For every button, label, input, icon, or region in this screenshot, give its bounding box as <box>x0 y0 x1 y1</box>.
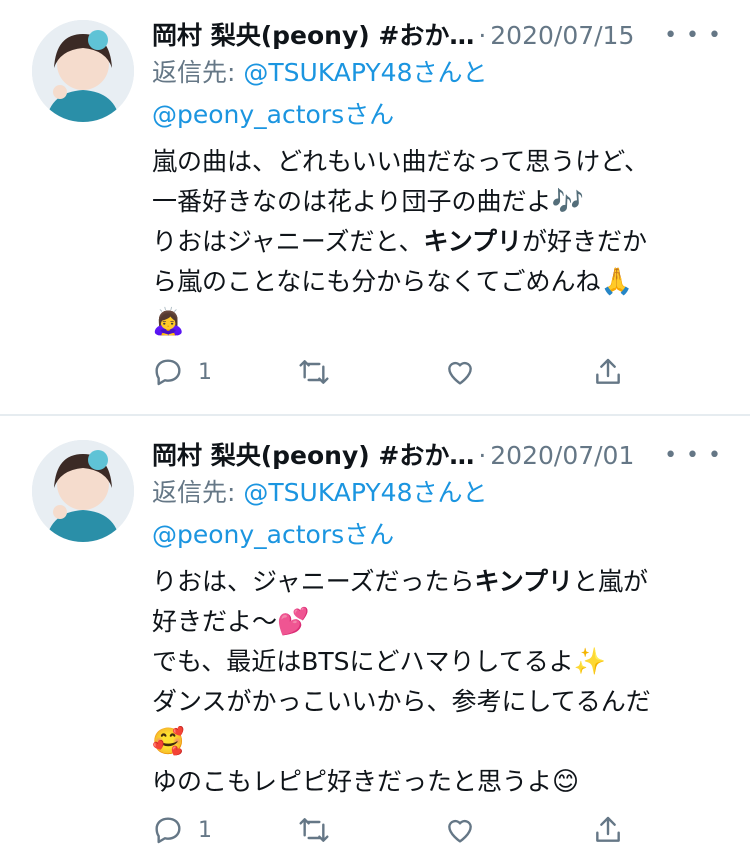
action-bar: 1 <box>152 352 632 392</box>
folded-hands-emoji: 🙏 <box>600 267 633 297</box>
reply-icon <box>155 359 181 386</box>
tweet-text: 嵐の曲は、どれもいい曲だなって思うけど、 一番好きなのは花より団子の曲だよ🎶 り… <box>152 142 732 342</box>
action-bar: 1 <box>152 810 632 850</box>
tweet[interactable]: 岡村 梨央(peony) #おか… · 2020/07/15 • • • 返信先: … <box>0 0 750 414</box>
timestamp[interactable]: 2020/07/15 <box>490 21 634 50</box>
reply-count: 1 <box>198 359 212 385</box>
separator-dot: · <box>478 441 487 470</box>
reply-handle[interactable]: @peony_actorsさん <box>152 100 394 129</box>
retweet-button[interactable] <box>298 810 330 850</box>
tweet-line: 一番好きなのは花より団子の曲だよ🎶 <box>152 187 584 217</box>
smiling-hearts-emoji: 🥰 <box>152 727 185 757</box>
separator-dot: · <box>478 21 487 50</box>
retweet-icon <box>299 818 329 842</box>
reply-button[interactable]: 1 <box>152 810 212 850</box>
reply-to: 返信先: @TSUKAPY48さんと @peony_actorsさん <box>152 472 712 556</box>
tweet-line: りおは、ジャニーズだったらキンプリと嵐が <box>152 567 649 596</box>
like-button[interactable] <box>444 810 476 850</box>
timestamp[interactable]: 2020/07/01 <box>490 441 634 470</box>
share-icon <box>596 358 620 384</box>
avatar[interactable] <box>32 440 134 542</box>
tweet[interactable]: 岡村 梨央(peony) #おか… · 2020/07/01 • • • 返信先: … <box>0 416 750 849</box>
sparkles-emoji: ✨ <box>573 647 607 677</box>
retweet-button[interactable] <box>298 352 330 392</box>
smile-emoji: 😊 <box>552 767 580 797</box>
share-button[interactable] <box>592 352 624 392</box>
tweet-line: 好きだよ〜💕 <box>152 607 310 637</box>
display-name[interactable]: 岡村 梨央(peony) #おか… <box>152 441 474 470</box>
like-icon <box>448 361 472 385</box>
reply-icon <box>155 817 181 844</box>
like-icon <box>448 819 472 843</box>
tweet-line: 🥰 <box>152 722 732 762</box>
tweet-line: ら嵐のことなにも分からなくてごめんね🙏 <box>152 267 633 297</box>
reply-to: 返信先: @TSUKAPY48さんと @peony_actorsさん <box>152 52 712 136</box>
display-name[interactable]: 岡村 梨央(peony) #おか… <box>152 21 474 50</box>
reply-handle[interactable]: @TSUKAPY48さんと <box>243 58 487 87</box>
tweet-text: りおは、ジャニーズだったらキンプリと嵐が 好きだよ〜💕 でも、最近はBTSにどハ… <box>152 562 732 802</box>
musical-notes-emoji: 🎶 <box>551 187 584 217</box>
share-button[interactable] <box>592 810 624 850</box>
like-button[interactable] <box>444 352 476 392</box>
tweet-line: 嵐の曲は、どれもいい曲だなって思うけど、 <box>152 147 650 176</box>
reply-prefix: 返信先: <box>152 478 244 507</box>
reply-count: 1 <box>198 817 212 843</box>
tweet-line: ダンスがかっこいいから、参考にしてるんだ <box>152 687 651 716</box>
tweet-line: りおはジャニーズだと、キンプリが好きだか <box>152 227 648 256</box>
reply-handle[interactable]: @TSUKAPY48さんと <box>243 478 487 507</box>
share-icon <box>596 816 620 842</box>
tweet-line: ゆのこもレピピ好きだったと思うよ😊 <box>152 767 580 797</box>
tweet-line: でも、最近はBTSにどハマりしてるよ✨ <box>152 647 607 677</box>
reply-prefix: 返信先: <box>152 58 244 87</box>
avatar[interactable] <box>32 20 134 122</box>
tweet-line: 🙇‍♀️ <box>152 302 732 342</box>
reply-button[interactable]: 1 <box>152 352 212 392</box>
retweet-icon <box>299 360 329 384</box>
bowing-emoji: 🙇‍♀️ <box>152 307 185 337</box>
two-hearts-emoji: 💕 <box>277 607 310 637</box>
reply-handle[interactable]: @peony_actorsさん <box>152 520 394 549</box>
